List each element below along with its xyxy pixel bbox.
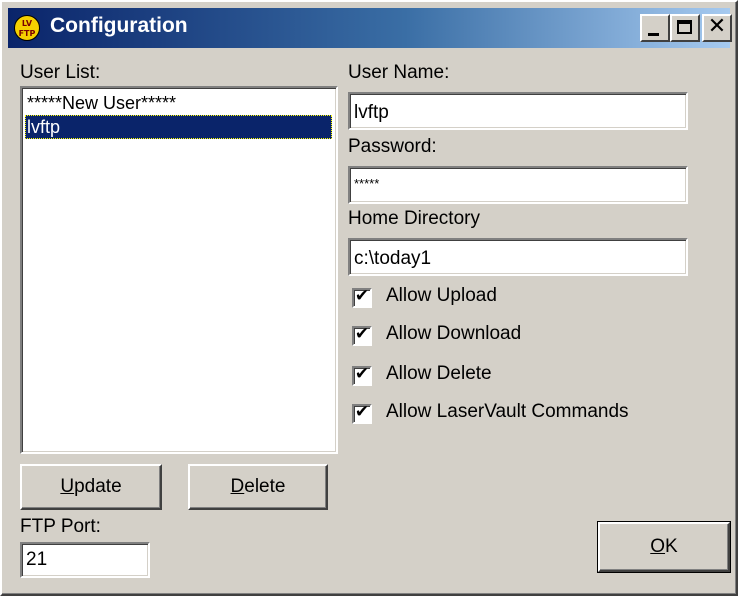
user-name-label: User Name: bbox=[348, 62, 450, 83]
ok-label: K bbox=[665, 536, 678, 557]
list-item-lvftp[interactable]: lvftp bbox=[25, 115, 332, 139]
home-directory-label: Home Directory bbox=[348, 208, 480, 229]
delete-mnemonic: D bbox=[230, 476, 245, 497]
allow-delete-label[interactable]: Allow Delete bbox=[386, 363, 492, 385]
allow-laservault-commands-checkbox[interactable]: ✔ bbox=[352, 402, 372, 424]
close-icon: ✕ bbox=[707, 14, 727, 39]
configuration-window: LV FTP Configuration ✕ User List: *****N… bbox=[0, 0, 738, 596]
user-name-value: lvftp bbox=[354, 102, 389, 123]
app-icon-text-top: LV bbox=[21, 19, 33, 28]
allow-upload-label[interactable]: Allow Upload bbox=[386, 285, 497, 307]
close-button[interactable]: ✕ bbox=[702, 14, 732, 42]
check-icon: ✔ bbox=[354, 402, 370, 422]
home-directory-value: c:\today1 bbox=[354, 248, 432, 269]
list-item-new-user[interactable]: *****New User***** bbox=[25, 91, 176, 115]
update-label: pdate bbox=[74, 476, 122, 497]
allow-upload-checkbox[interactable]: ✔ bbox=[352, 286, 372, 308]
user-name-field[interactable]: lvftp bbox=[348, 92, 688, 130]
ftp-port-value: 21 bbox=[26, 549, 48, 570]
title-bar[interactable]: LV FTP Configuration ✕ bbox=[8, 8, 732, 48]
ftp-port-field[interactable]: 21 bbox=[20, 542, 150, 578]
password-label: Password: bbox=[348, 136, 437, 157]
check-icon: ✔ bbox=[354, 364, 370, 384]
maximize-icon bbox=[677, 20, 692, 34]
window-title: Configuration bbox=[50, 14, 188, 37]
ok-button[interactable]: OK bbox=[597, 521, 731, 573]
maximize-button[interactable] bbox=[670, 14, 700, 42]
home-directory-field[interactable]: c:\today1 bbox=[348, 238, 688, 276]
minimize-icon bbox=[648, 33, 659, 36]
delete-button[interactable]: Delete bbox=[188, 464, 328, 510]
update-button[interactable]: Update bbox=[20, 464, 162, 510]
allow-laservault-commands-label[interactable]: Allow LaserVault Commands bbox=[386, 401, 629, 423]
delete-label: elete bbox=[244, 476, 286, 497]
allow-delete-checkbox[interactable]: ✔ bbox=[352, 364, 372, 386]
minimize-button[interactable] bbox=[640, 14, 670, 42]
app-icon-text-bottom: FTP bbox=[18, 29, 36, 38]
password-value: ***** bbox=[354, 176, 380, 191]
ok-mnemonic: O bbox=[650, 536, 666, 557]
ftp-port-label: FTP Port: bbox=[20, 516, 101, 537]
update-mnemonic: U bbox=[60, 476, 75, 497]
app-icon: LV FTP bbox=[14, 15, 40, 41]
allow-download-checkbox[interactable]: ✔ bbox=[352, 324, 372, 346]
user-list-label: User List: bbox=[20, 62, 101, 83]
user-list[interactable]: *****New User***** lvftp bbox=[20, 86, 338, 454]
password-field[interactable]: ***** bbox=[348, 166, 688, 204]
allow-download-label[interactable]: Allow Download bbox=[386, 323, 521, 345]
check-icon: ✔ bbox=[354, 324, 370, 344]
check-icon: ✔ bbox=[354, 286, 370, 306]
